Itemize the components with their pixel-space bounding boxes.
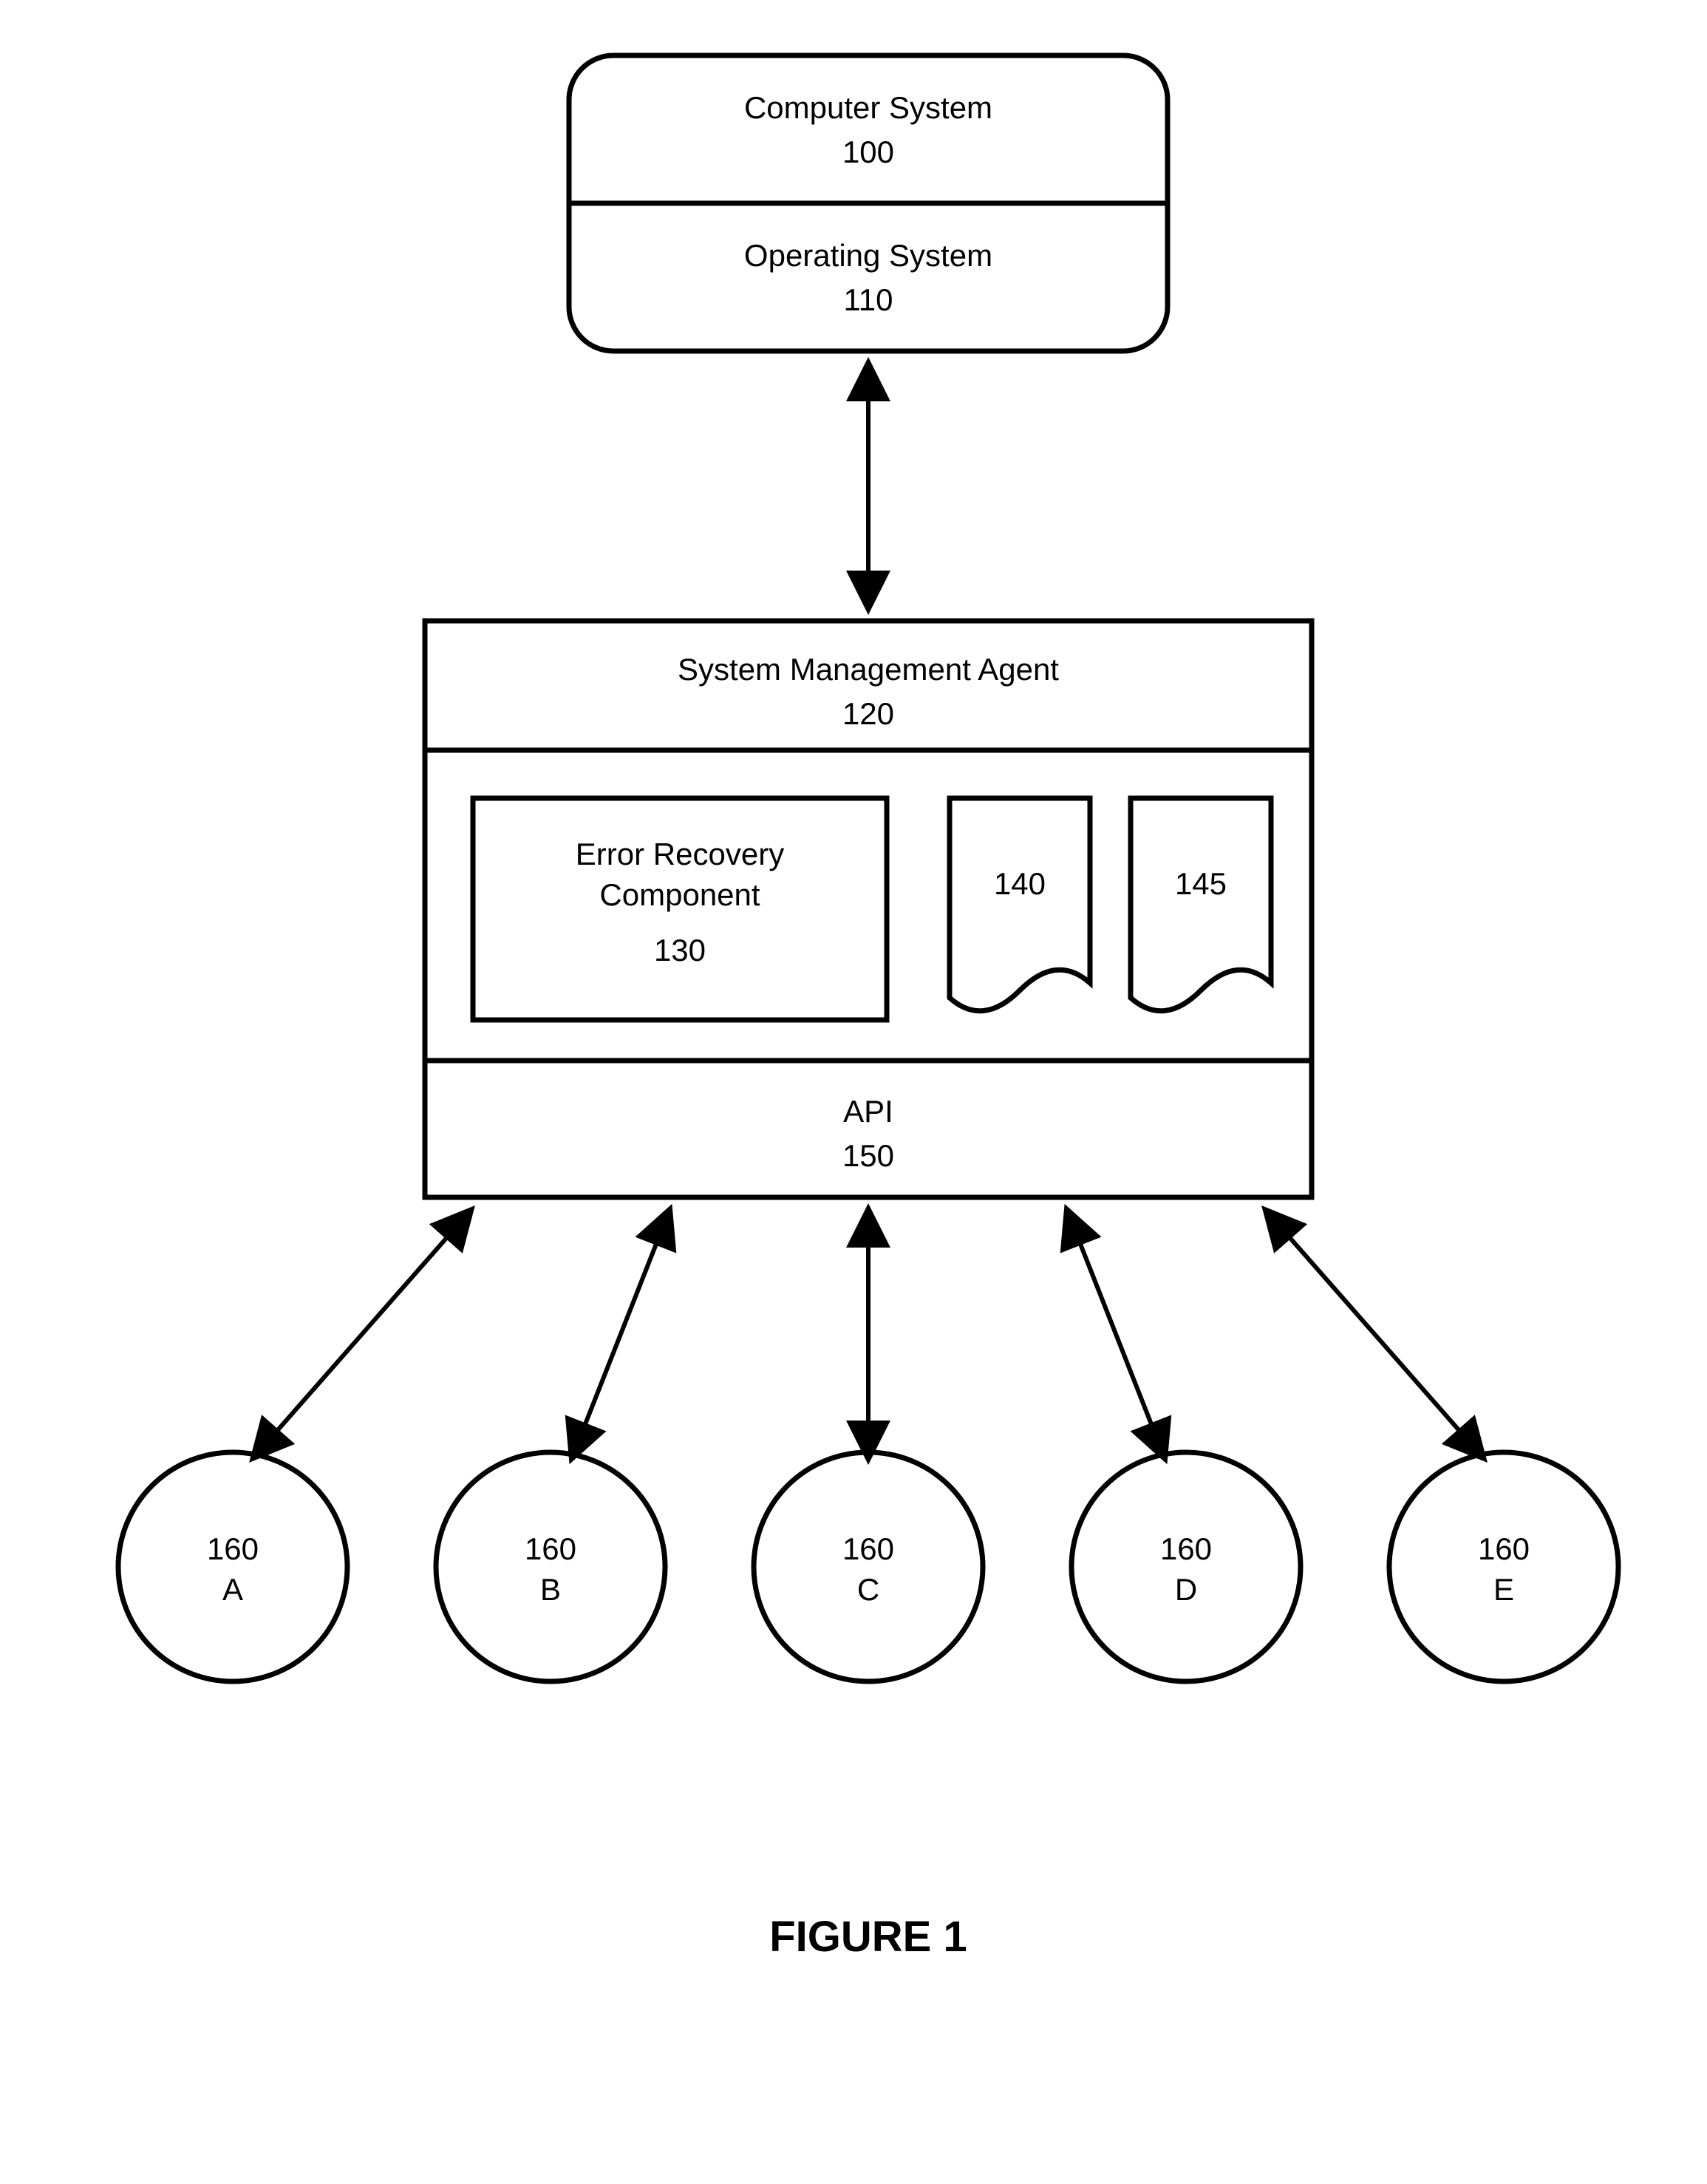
- circle-e: 160 E: [1389, 1452, 1618, 1681]
- circle-e-letter: E: [1493, 1572, 1514, 1607]
- doc-140-num: 140: [994, 866, 1046, 901]
- diagram-canvas: Computer System 100 Operating System 110…: [0, 0, 1707, 2184]
- error-recovery-box: Error Recovery Component 130: [473, 798, 887, 1020]
- circle-d: 160 D: [1071, 1452, 1301, 1681]
- circle-b: 160 B: [436, 1452, 665, 1681]
- circle-a: 160 A: [118, 1452, 347, 1681]
- doc-145-num: 145: [1175, 866, 1227, 901]
- document-145: 145: [1131, 798, 1271, 1011]
- error-recovery-line2: Component: [599, 877, 760, 912]
- error-recovery-line1: Error Recovery: [576, 837, 784, 871]
- circle-b-num: 160: [525, 1531, 576, 1566]
- operating-system-num: 110: [844, 282, 893, 317]
- circle-a-letter: A: [222, 1572, 243, 1607]
- circle-a-num: 160: [207, 1531, 259, 1566]
- computer-system-box: Computer System 100 Operating System 110: [569, 55, 1168, 351]
- circle-b-letter: B: [540, 1572, 561, 1607]
- arrow-api-d: [1068, 1212, 1164, 1456]
- arrow-api-b: [573, 1212, 669, 1456]
- figure-label: FIGURE 1: [769, 1913, 967, 1961]
- circle-c-num: 160: [842, 1531, 894, 1566]
- circle-d-letter: D: [1175, 1572, 1197, 1607]
- arrow-api-a: [255, 1212, 469, 1456]
- computer-system-label: Computer System: [744, 90, 992, 125]
- circle-c: 160 C: [754, 1452, 983, 1681]
- agent-num: 120: [842, 696, 894, 731]
- circle-c-letter: C: [857, 1572, 879, 1607]
- system-management-agent-box: System Management Agent 120 Error Recove…: [425, 621, 1312, 1197]
- arrow-api-e: [1267, 1212, 1482, 1456]
- error-recovery-num: 130: [654, 933, 706, 967]
- computer-system-num: 100: [842, 135, 894, 169]
- agent-title: System Management Agent: [678, 652, 1059, 687]
- document-140: 140: [950, 798, 1090, 1011]
- api-label: API: [843, 1094, 893, 1129]
- circle-e-num: 160: [1478, 1531, 1530, 1566]
- operating-system-label: Operating System: [744, 238, 992, 273]
- circle-d-num: 160: [1160, 1531, 1212, 1566]
- api-num: 150: [842, 1138, 894, 1173]
